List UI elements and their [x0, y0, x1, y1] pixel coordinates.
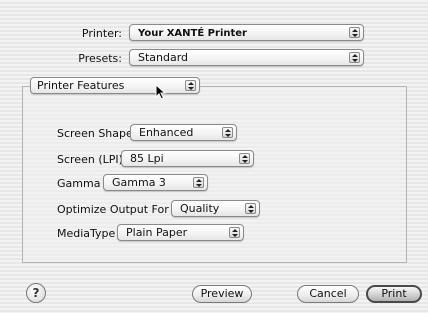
printer-popup[interactable]: Your XANTÉ Printer — [129, 24, 364, 41]
presets-label: Presets: — [78, 52, 122, 65]
presets-popup[interactable]: Standard — [129, 49, 364, 66]
optimize-output-value: Quality — [180, 202, 220, 215]
media-type-label: MediaType — [57, 227, 116, 240]
popup-arrows-icon — [193, 177, 204, 188]
media-type-popup[interactable]: Plain Paper — [117, 224, 244, 241]
presets-value: Standard — [138, 51, 189, 64]
printer-value: Your XANTÉ Printer — [138, 28, 247, 39]
gamma-label: Gamma — [57, 177, 101, 190]
screen-shape-value: Enhanced — [139, 126, 194, 139]
popup-arrows-icon — [349, 27, 360, 38]
help-icon[interactable]: ? — [26, 283, 46, 303]
printer-label: Printer: — [81, 27, 122, 40]
optimize-output-label: Optimize Output For — [57, 203, 169, 216]
screen-lpi-label: Screen (LPI) — [57, 153, 123, 166]
cancel-button[interactable]: Cancel — [297, 285, 359, 303]
gamma-popup[interactable]: Gamma 3 — [103, 174, 208, 191]
screen-shape-popup[interactable]: Enhanced — [130, 124, 237, 141]
media-type-value: Plain Paper — [126, 226, 188, 239]
optimize-output-popup[interactable]: Quality — [171, 200, 260, 217]
popup-arrows-icon — [229, 227, 240, 238]
popup-arrows-icon — [349, 52, 360, 63]
gamma-value: Gamma 3 — [112, 176, 166, 189]
screen-shape-label: Screen Shape — [57, 127, 133, 140]
popup-arrows-icon — [239, 153, 250, 164]
screen-lpi-popup[interactable]: 85 Lpi — [121, 150, 254, 167]
screen-lpi-value: 85 Lpi — [130, 152, 164, 165]
section-value: Printer Features — [37, 79, 125, 92]
popup-arrows-icon — [245, 203, 256, 214]
popup-arrows-icon — [185, 80, 196, 91]
mouse-pointer-icon — [155, 83, 167, 103]
print-button[interactable]: Print — [366, 285, 422, 303]
popup-arrows-icon — [222, 127, 233, 138]
section-popup[interactable]: Printer Features — [30, 77, 200, 94]
preview-button[interactable]: Preview — [192, 285, 252, 303]
